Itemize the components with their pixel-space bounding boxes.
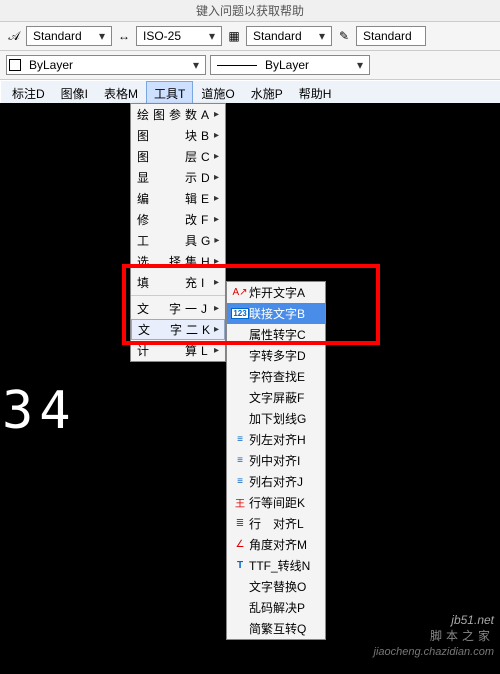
dimstyle-value: ISO-25 xyxy=(139,29,205,43)
row-align-icon: ≣ xyxy=(231,518,249,529)
submenu-col-right[interactable]: ≡列右对齐J xyxy=(227,471,325,492)
chevron-down-icon[interactable]: ▾ xyxy=(95,29,109,43)
layer-color-swatch xyxy=(9,59,21,71)
layer-dropdown[interactable]: ByLayer ▾ xyxy=(6,55,206,75)
chevron-down-icon[interactable]: ▾ xyxy=(315,29,329,43)
submenu-text2mtext[interactable]: 字转多字D xyxy=(227,345,325,366)
arrow-right-icon: ▸ xyxy=(214,303,219,314)
ttf-icon: T xyxy=(231,560,249,571)
arrow-right-icon: ▸ xyxy=(214,345,219,356)
arrow-right-icon: ▸ xyxy=(214,324,219,335)
submenu-underline[interactable]: 加下划线G xyxy=(227,408,325,429)
arrow-right-icon: ▸ xyxy=(214,235,219,246)
angle-icon: ∠ xyxy=(231,539,249,550)
arrow-right-icon: ▸ xyxy=(214,109,219,120)
watermark-line2: 脚本之家 xyxy=(374,628,494,644)
submenu-row-equal[interactable]: 王行等间距K xyxy=(227,492,325,513)
style-toolbar: 𝒜 Standard ▾ ↔ ISO-25 ▾ ▦ Standard ▾ ✎ S… xyxy=(0,22,500,51)
textstyle-dropdown[interactable]: Standard ▾ xyxy=(26,26,112,46)
menu-item-modify[interactable]: 修 改F▸ xyxy=(131,209,225,230)
menu-item-text1[interactable]: 文 字一J▸ xyxy=(131,298,225,319)
textstyle-value: Standard xyxy=(29,29,95,43)
menu-item-fill[interactable]: 填 充I▸ xyxy=(131,272,225,293)
align-right-icon: ≡ xyxy=(231,476,249,487)
arrow-right-icon: ▸ xyxy=(214,256,219,267)
menu-item-layer[interactable]: 图 层C▸ xyxy=(131,146,225,167)
align-center-icon: ≡ xyxy=(231,455,249,466)
arrow-right-icon: ▸ xyxy=(214,172,219,183)
arrow-right-icon: ▸ xyxy=(214,214,219,225)
menu-item-calc[interactable]: 计 算L▸ xyxy=(131,340,225,361)
watermark-line1: jb51.net xyxy=(374,612,494,628)
menu-item-text2[interactable]: 文 字二K▸ xyxy=(131,319,225,340)
submenu-simp-trad[interactable]: 简繁互转Q xyxy=(227,618,325,639)
menu-item-block[interactable]: 图 块B▸ xyxy=(131,125,225,146)
watermark: jb51.net 脚本之家 jiaocheng.chazidian.com xyxy=(374,612,494,660)
menu-item-selset[interactable]: 选 择集H▸ xyxy=(131,251,225,272)
submenu-textmask[interactable]: 文字屏蔽F xyxy=(227,387,325,408)
watermark-line3: jiaocheng.chazidian.com xyxy=(374,644,494,660)
chevron-down-icon[interactable]: ▾ xyxy=(189,58,203,72)
tablestyle-dropdown[interactable]: Standard ▾ xyxy=(246,26,332,46)
submenu-ttf2line[interactable]: TTTF_转线N xyxy=(227,555,325,576)
chevron-down-icon[interactable]: ▾ xyxy=(353,58,367,72)
menu-item-tool[interactable]: 工 具G▸ xyxy=(131,230,225,251)
menu-item-edit[interactable]: 编 辑E▸ xyxy=(131,188,225,209)
canvas-text-34: 34 xyxy=(2,381,77,441)
submenu-col-left[interactable]: ≡列左对齐H xyxy=(227,429,325,450)
dimstyle-icon: ↔ xyxy=(116,28,132,44)
row-spacing-icon: 王 xyxy=(231,495,249,510)
textstyle-icon: 𝒜 xyxy=(6,28,22,44)
mleaderstyle-icon: ✎ xyxy=(336,28,352,44)
join-text-icon: 123 xyxy=(231,308,249,319)
layer-value: ByLayer xyxy=(25,58,189,72)
submenu-replace[interactable]: 文字替换O xyxy=(227,576,325,597)
arrow-right-icon: ▸ xyxy=(214,130,219,141)
submenu-row-align[interactable]: ≣行 对齐L xyxy=(227,513,325,534)
text2-submenu: A↗炸开文字A 123联接文字B 属性转字C 字转多字D 字符查找E 文字屏蔽F… xyxy=(226,281,326,640)
submenu-col-center[interactable]: ≡列中对齐I xyxy=(227,450,325,471)
linetype-dropdown[interactable]: ByLayer ▾ xyxy=(210,55,370,75)
mleaderstyle-dropdown[interactable]: Standard xyxy=(356,26,426,46)
align-left-icon: ≡ xyxy=(231,434,249,445)
submenu-findchar[interactable]: 字符查找E xyxy=(227,366,325,387)
menu-item-display[interactable]: 显 示D▸ xyxy=(131,167,225,188)
submenu-explode-text[interactable]: A↗炸开文字A xyxy=(227,282,325,303)
arrow-right-icon: ▸ xyxy=(214,193,219,204)
dimstyle-dropdown[interactable]: ISO-25 ▾ xyxy=(136,26,222,46)
layer-toolbar: ByLayer ▾ ByLayer ▾ xyxy=(0,51,500,80)
mleaderstyle-value: Standard xyxy=(359,29,423,43)
submenu-attr2text[interactable]: 属性转字C xyxy=(227,324,325,345)
menu-item-drawparam[interactable]: 绘图参数A▸ xyxy=(131,104,225,125)
tools-menu: 绘图参数A▸ 图 块B▸ 图 层C▸ 显 示D▸ 编 辑E▸ 修 改F▸ 工 具… xyxy=(130,103,226,362)
chevron-down-icon[interactable]: ▾ xyxy=(205,29,219,43)
submenu-garble-fix[interactable]: 乱码解决P xyxy=(227,597,325,618)
line-preview-icon xyxy=(217,65,257,66)
explode-text-icon: A↗ xyxy=(231,287,249,298)
menu-divider xyxy=(131,295,225,296)
tablestyle-value: Standard xyxy=(249,29,315,43)
submenu-join-text[interactable]: 123联接文字B xyxy=(227,303,325,324)
arrow-right-icon: ▸ xyxy=(214,277,219,288)
linetype-value: ByLayer xyxy=(261,58,353,72)
tablestyle-icon: ▦ xyxy=(226,28,242,44)
help-hint: 键入问题以获取帮助 xyxy=(0,0,500,22)
submenu-angle-align[interactable]: ∠角度对齐M xyxy=(227,534,325,555)
arrow-right-icon: ▸ xyxy=(214,151,219,162)
